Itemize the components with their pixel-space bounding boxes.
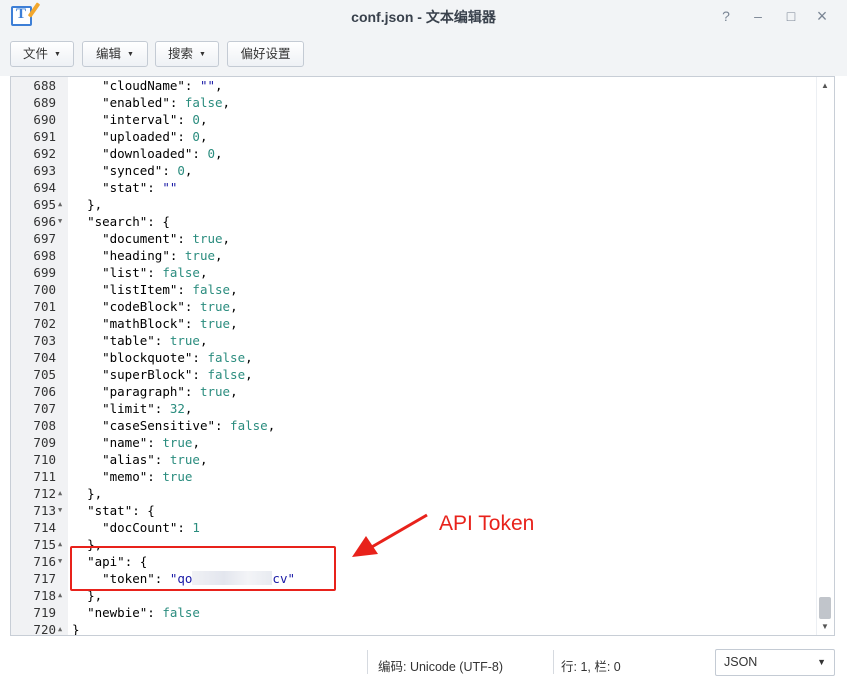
encoding-status[interactable]: 编码: Unicode (UTF-8) xyxy=(378,656,503,675)
status-bar: 编码: Unicode (UTF-8) 行: 1, 栏: 0 JSON ▼ xyxy=(0,636,847,685)
chevron-down-icon: ▼ xyxy=(817,657,826,667)
status-divider xyxy=(553,650,554,674)
status-divider xyxy=(367,650,368,674)
language-value: JSON xyxy=(724,655,758,669)
cursor-position-status: 行: 1, 栏: 0 xyxy=(561,660,621,674)
api-token-annotation: API Token xyxy=(439,512,535,535)
language-select[interactable]: JSON ▼ xyxy=(715,649,835,676)
annotation-arrow-icon xyxy=(352,513,428,557)
